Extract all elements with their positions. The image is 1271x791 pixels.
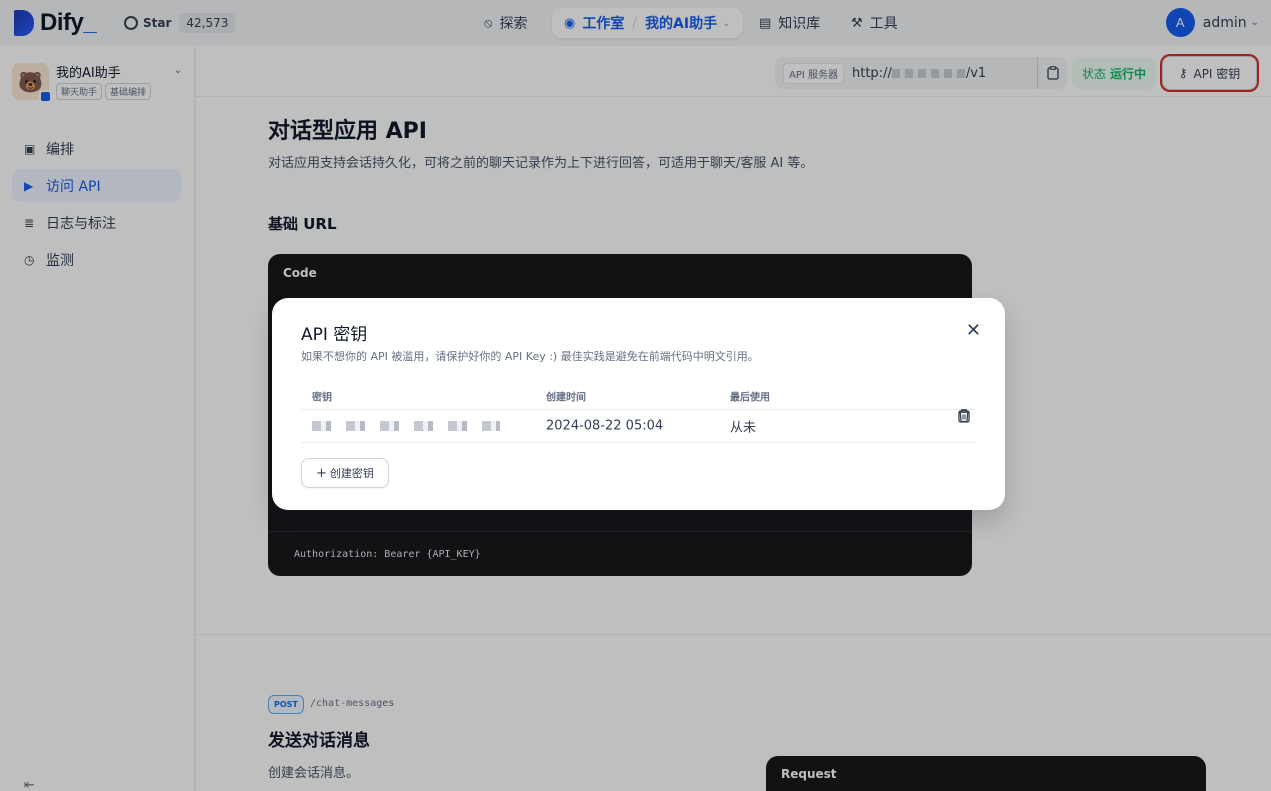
plus-icon: + xyxy=(316,465,327,481)
table-header: 密钥 创建时间 最后使用 xyxy=(301,382,976,410)
created-time: 2024-08-22 05:04 xyxy=(546,418,664,434)
modal-title: API 密钥 xyxy=(301,325,368,345)
column-header-key: 密钥 xyxy=(312,392,332,403)
api-key-modal: API 密钥 ✕ 如果不想你的 API 被滥用，请保护好你的 API Key :… xyxy=(272,298,1005,510)
create-key-button[interactable]: + 创建密钥 xyxy=(301,458,389,488)
last-used: 从未 xyxy=(730,420,757,436)
table-row: 2024-08-22 05:04 从未 xyxy=(301,409,976,443)
modal-subtitle: 如果不想你的 API 被滥用，请保护好你的 API Key :) 最佳实践是避免… xyxy=(301,350,759,363)
column-header-last-used: 最后使用 xyxy=(730,392,770,403)
create-key-label: 创建密钥 xyxy=(329,467,374,480)
close-icon[interactable]: ✕ xyxy=(966,320,981,341)
trash-icon[interactable] xyxy=(958,409,970,427)
api-key-table: 密钥 创建时间 最后使用 2024-08-22 05:04 从未 xyxy=(301,382,976,443)
column-header-created: 创建时间 xyxy=(546,392,586,403)
redacted-key xyxy=(312,421,500,431)
